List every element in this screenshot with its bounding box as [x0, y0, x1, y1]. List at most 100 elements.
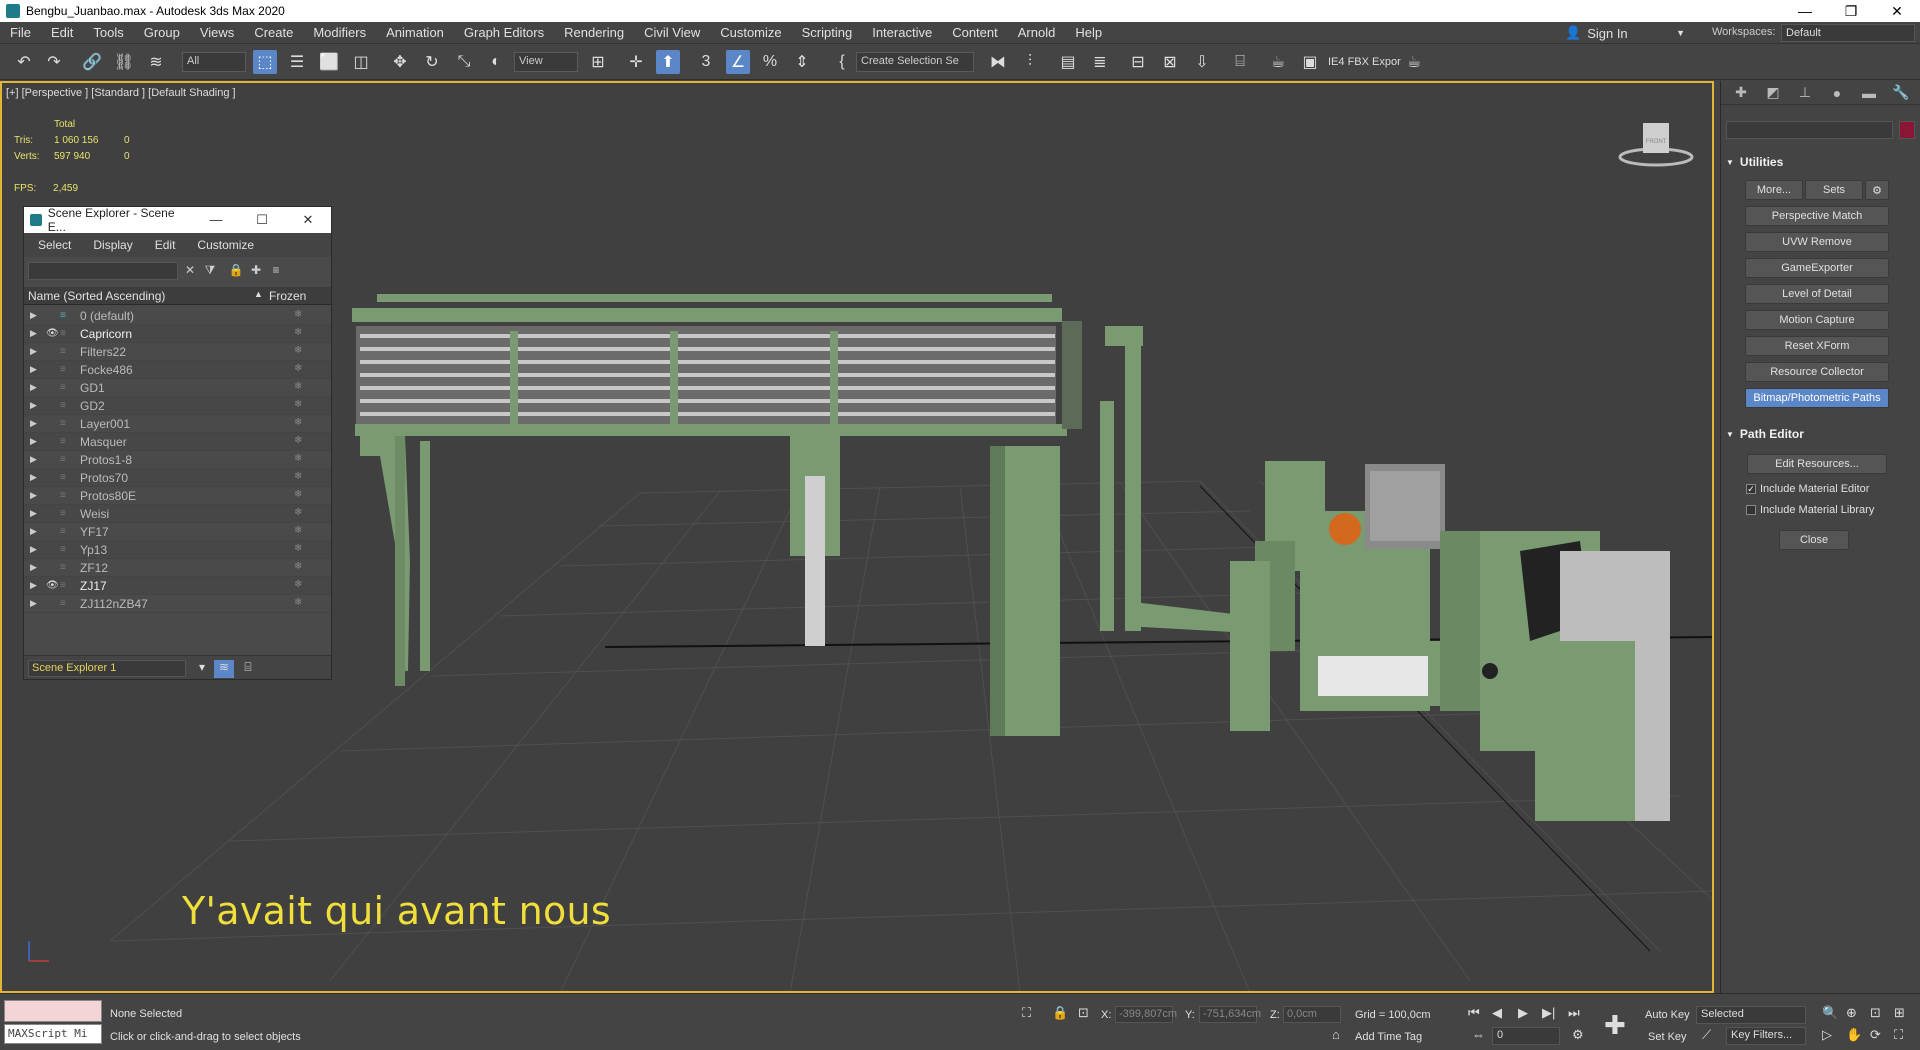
frozen-snowflake-icon[interactable]: ❄	[294, 327, 302, 338]
utilities-rollout-header[interactable]: ▼ Utilities	[1726, 153, 1916, 171]
x-coordinate-field[interactable]: -399,807cm	[1115, 1006, 1177, 1023]
close-button[interactable]: ✕	[1874, 0, 1920, 22]
keyboard-shortcut-icon[interactable]: ⬆	[656, 50, 680, 74]
clear-search-icon[interactable]: ✕	[182, 263, 198, 279]
previous-frame-icon[interactable]: ◀	[1492, 1005, 1502, 1021]
zoom-all-icon[interactable]: ⊕	[1846, 1005, 1857, 1021]
time-config-icon[interactable]: ⚙	[1572, 1027, 1584, 1043]
sort-by-layer-icon[interactable]: ≋	[214, 660, 234, 678]
key-selection-dropdown[interactable]: Selected	[1696, 1006, 1806, 1024]
selection-set-dropdown[interactable]: Create Selection Se	[856, 52, 974, 72]
redo-icon[interactable]: ↷	[42, 50, 66, 74]
render-icon[interactable]: ▣	[1298, 50, 1322, 74]
snap-icon[interactable]: 3	[694, 50, 718, 74]
frozen-snowflake-icon[interactable]: ❄	[294, 417, 302, 428]
more-button[interactable]: More...	[1745, 180, 1803, 200]
path-editor-rollout-header[interactable]: ▼ Path Editor	[1726, 425, 1916, 443]
expand-arrow-icon[interactable]: ▶	[30, 508, 37, 519]
layer-row[interactable]: ▶ ≡ 0 (default) ❄	[24, 307, 331, 325]
close-button[interactable]: ✕	[285, 212, 331, 228]
set-key-button[interactable]: Set Key	[1648, 1031, 1687, 1043]
rect-region-icon[interactable]: ⬜	[317, 50, 341, 74]
current-frame-field[interactable]: 0	[1492, 1027, 1560, 1045]
z-coordinate-field[interactable]: 0,0cm	[1283, 1006, 1341, 1023]
expand-arrow-icon[interactable]: ▶	[30, 346, 37, 357]
select-icon[interactable]: ⬚	[253, 50, 277, 74]
column-name[interactable]: Name (Sorted Ascending)	[28, 289, 165, 303]
play-icon[interactable]: ▶	[1518, 1005, 1528, 1021]
scene-explorer-titlebar[interactable]: Scene Explorer - Scene E... — ☐ ✕	[24, 206, 331, 234]
se-menu-display[interactable]: Display	[79, 238, 140, 252]
se-menu-select[interactable]: Select	[24, 238, 79, 252]
undo-icon[interactable]: ↶	[12, 50, 36, 74]
toggle-ribbon-icon[interactable]: ≣	[1088, 50, 1112, 74]
visibility-eye-icon[interactable]	[46, 598, 60, 610]
selection-filter-dropdown[interactable]: All	[182, 52, 246, 72]
expand-arrow-icon[interactable]: ▶	[30, 526, 37, 537]
layer-stack-icon[interactable]: ≡	[268, 263, 284, 279]
visibility-eye-icon[interactable]	[46, 526, 60, 538]
visibility-eye-icon[interactable]	[46, 490, 60, 502]
menu-civil-view[interactable]: Civil View	[634, 25, 710, 40]
pivot-icon[interactable]: ⊞	[586, 50, 610, 74]
modify-tab-icon[interactable]: ◩	[1763, 84, 1783, 101]
layer-row[interactable]: ▶ ≡ Weisi ❄	[24, 505, 331, 523]
sign-in-button[interactable]: 👤 Sign In ▼	[1565, 23, 1685, 43]
display-tab-icon[interactable]: ▬	[1859, 85, 1879, 101]
absolute-mode-icon[interactable]: ⊡	[1078, 1005, 1089, 1021]
zoom-icon[interactable]: 🔍	[1822, 1005, 1838, 1021]
expand-arrow-icon[interactable]: ▶	[30, 382, 37, 393]
layer-row[interactable]: ▶ ≡ ZF12 ❄	[24, 559, 331, 577]
menu-content[interactable]: Content	[942, 25, 1008, 40]
unlink-icon[interactable]: ⛓	[112, 50, 136, 74]
maxscript-listener-pane[interactable]	[4, 1000, 102, 1022]
go-to-end-icon[interactable]: ⏭	[1568, 1005, 1580, 1021]
align-icon[interactable]: ⫶	[1018, 50, 1042, 74]
menu-rendering[interactable]: Rendering	[554, 25, 634, 40]
layer-row[interactable]: ▶ ≡ Masquer ❄	[24, 433, 331, 451]
menu-animation[interactable]: Animation	[376, 25, 454, 40]
sets-button[interactable]: Sets	[1805, 180, 1863, 200]
visibility-eye-icon[interactable]: 👁	[46, 328, 60, 340]
visibility-eye-icon[interactable]	[46, 472, 60, 484]
include-material-editor-checkbox[interactable]: ✓ Include Material Editor	[1746, 483, 1869, 495]
visibility-eye-icon[interactable]	[46, 382, 60, 394]
lock-icon[interactable]: 🔒	[228, 263, 244, 279]
selection-lock-icon[interactable]: 🔒	[1052, 1005, 1068, 1021]
expand-arrow-icon[interactable]: ▶	[30, 418, 37, 429]
frozen-snowflake-icon[interactable]: ❄	[294, 399, 302, 410]
utilities-tab-icon[interactable]: 🔧	[1891, 84, 1911, 101]
expand-arrow-icon[interactable]: ▶	[30, 400, 37, 411]
maximize-button[interactable]: ☐	[239, 212, 285, 228]
frozen-snowflake-icon[interactable]: ❄	[294, 435, 302, 446]
curve-editor-icon[interactable]: ⊟	[1126, 50, 1150, 74]
expand-arrow-icon[interactable]: ▶	[30, 454, 37, 465]
minimize-button[interactable]: —	[193, 212, 239, 228]
manipulate-icon[interactable]: ✛	[624, 50, 648, 74]
menu-views[interactable]: Views	[190, 25, 244, 40]
edit-resources-button[interactable]: Edit Resources...	[1747, 454, 1887, 474]
material-editor-icon[interactable]: ⇩	[1190, 50, 1214, 74]
include-material-library-checkbox[interactable]: Include Material Library	[1746, 504, 1874, 516]
layer-row[interactable]: ▶ ≡ Focke486 ❄	[24, 361, 331, 379]
frozen-snowflake-icon[interactable]: ❄	[294, 381, 302, 392]
configure-sets-icon[interactable]: ⚙	[1865, 180, 1889, 200]
frozen-snowflake-icon[interactable]: ❄	[294, 345, 302, 356]
visibility-eye-icon[interactable]	[46, 508, 60, 520]
zoom-extents-all-icon[interactable]: ⊞	[1894, 1005, 1905, 1021]
viewport-label[interactable]: [+] [Perspective ] [Standard ] [Default …	[6, 87, 236, 99]
reference-coord-dropdown[interactable]: View	[514, 52, 578, 72]
utility-button-resource-collector[interactable]: Resource Collector	[1745, 362, 1889, 382]
bind-spacewarp-icon[interactable]: ≋	[144, 50, 168, 74]
expand-arrow-icon[interactable]: ▶	[30, 490, 37, 501]
schematic-view-icon[interactable]: ⊠	[1158, 50, 1182, 74]
layer-row[interactable]: ▶ ≡ GD2 ❄	[24, 397, 331, 415]
layer-row[interactable]: ▶ ≡ Protos70 ❄	[24, 469, 331, 487]
expand-arrow-icon[interactable]: ▶	[30, 562, 37, 573]
frozen-snowflake-icon[interactable]: ❄	[294, 543, 302, 554]
select-by-name-icon[interactable]: ☰	[285, 50, 309, 74]
visibility-eye-icon[interactable]	[46, 454, 60, 466]
utility-button-perspective-match[interactable]: Perspective Match	[1745, 206, 1889, 226]
frozen-snowflake-icon[interactable]: ❄	[294, 363, 302, 374]
expand-arrow-icon[interactable]: ▶	[30, 436, 37, 447]
